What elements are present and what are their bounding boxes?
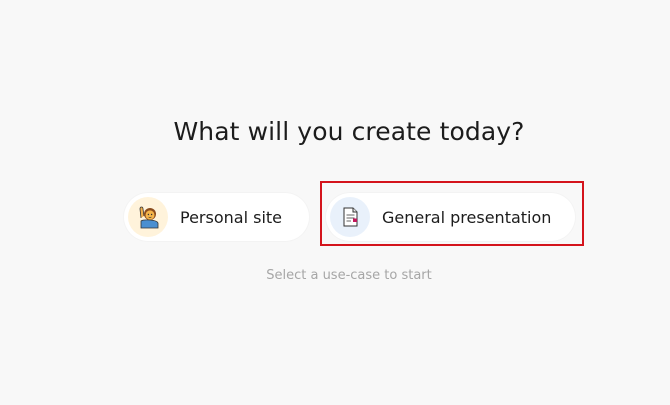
person-raising-hand-icon — [128, 197, 168, 237]
hint-text: Select a use-case to start — [266, 268, 432, 283]
use-case-picker: What will you create today? Personal sit… — [0, 0, 670, 405]
page-title: What will you create today? — [173, 117, 525, 146]
selection-highlight-box — [320, 181, 584, 246]
personal-site-button[interactable]: Personal site — [124, 193, 309, 241]
personal-site-label: Personal site — [180, 207, 282, 227]
